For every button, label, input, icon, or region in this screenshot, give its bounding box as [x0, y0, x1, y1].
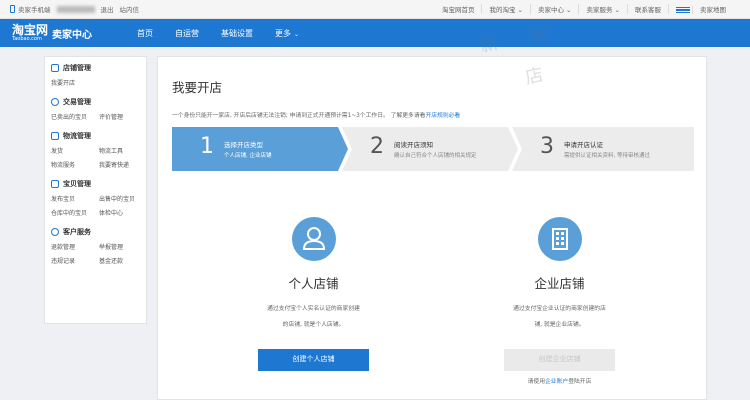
nav-home[interactable]: 首页 — [137, 28, 153, 39]
sidebar-group-shop: 店铺管理 我要开店 — [51, 63, 140, 87]
step-title: 申请开店认证 — [564, 141, 603, 149]
step-desc: 个人店铺, 企业店铺 — [224, 153, 272, 159]
seller-center-menu[interactable]: 卖家中心 ⌄ — [529, 4, 579, 14]
sidebar-item-items-on-sale[interactable]: 出售中的宝贝 — [99, 194, 147, 203]
main-header: 淘宝网 Taobao.com 卖家中心 首页 自运营 基础设置 更多 ⌄ — [0, 19, 750, 47]
nav-self-operation[interactable]: 自运营 — [175, 28, 199, 39]
main-panel: 我要开店 一个身份只能开一家店, 开店后店铺无法注销; 申请到正式开通预计需1~… — [157, 56, 707, 400]
building-icon — [537, 217, 582, 261]
truck-icon — [51, 132, 59, 140]
taobao-logo[interactable]: 淘宝网 Taobao.com 卖家中心 — [12, 24, 137, 42]
personal-shop-desc: 通过支付宝个人实名认证的商家创建 的店铺, 就是个人店铺。 — [267, 306, 360, 328]
create-personal-shop-button[interactable]: 创建个人店铺 — [258, 349, 369, 371]
sidebar-item-fund-repayment[interactable]: 基金还款 — [99, 256, 147, 265]
enterprise-shop-title: 企业店铺 — [534, 276, 585, 291]
nav-basic-settings[interactable]: 基础设置 — [221, 28, 253, 39]
topbar-left: 卖家手机端 退出 站内信 — [10, 4, 139, 14]
logout-link[interactable]: 退出 — [101, 4, 114, 14]
page-title: 我要开店 — [172, 80, 223, 95]
step-progress: 1 选择开店类型 个人店铺, 企业店铺 2 阅读开店须知 确认自己符合个人店铺的… — [172, 127, 694, 171]
sidebar-item-sold-items[interactable]: 已卖出的宝贝 — [51, 112, 99, 121]
enterprise-login-hint: 请使用企业账户登陆开店 — [527, 379, 592, 385]
sidebar-group-trade: 交易管理 已卖出的宝贝 评价管理 — [51, 97, 140, 121]
trade-icon — [51, 98, 59, 106]
sidebar-item-logistics-tools[interactable]: 物流工具 — [99, 146, 147, 155]
my-taobao-menu[interactable]: 我的淘宝 ⌄ — [481, 4, 530, 14]
menu-icon — [676, 7, 690, 13]
sidebar-group-customer: 客户服务 退款管理 举报管理 违规记录 基金还款 — [51, 227, 140, 265]
step-title: 选择开店类型 — [224, 141, 263, 149]
step-number: 2 — [370, 134, 384, 159]
sidebar-group-title: 物流管理 — [63, 132, 91, 140]
sidebar-item-reviews[interactable]: 评价管理 — [99, 112, 147, 121]
sidebar-item-publish-item[interactable]: 发布宝贝 — [51, 194, 99, 203]
sidebar-item-logistics-services[interactable]: 物流服务 — [51, 160, 99, 169]
intro-text: 一个身份只能开一家店, 开店后店铺无法注销; 申请到正式开通预计需1~3个工作日… — [172, 113, 461, 119]
personal-shop-option: 个人店铺 通过支付宝个人实名认证的商家创建 的店铺, 就是个人店铺。 创建个人店… — [246, 217, 381, 371]
sidebar-item-violations[interactable]: 违规记录 — [51, 256, 99, 265]
sidebar-group-title: 店铺管理 — [63, 64, 91, 72]
chevron-down-icon: ⌄ — [294, 30, 300, 38]
main-nav: 首页 自运营 基础设置 更多 ⌄ — [137, 28, 299, 39]
enterprise-account-link[interactable]: 企业账户 — [545, 379, 568, 385]
personal-shop-title: 个人店铺 — [288, 276, 339, 291]
nav-more[interactable]: 更多 ⌄ — [275, 28, 299, 39]
username-masked — [56, 5, 95, 13]
top-utility-bar: 卖家手机端 退出 站内信 淘宝网首页 我的淘宝 ⌄ 卖家中心 ⌄ 卖家服务 ⌄ … — [0, 0, 750, 19]
step-2: 2 阅读开店须知 确认自己符合个人店铺的相关规定 — [342, 127, 508, 171]
step-desc: 确认自己符合个人店铺的相关规定 — [394, 153, 477, 159]
sidebar-item-health-check[interactable]: 体检中心 — [99, 208, 147, 217]
step-title: 阅读开店须知 — [394, 141, 433, 149]
step-3: 3 申请开店认证 需提供认证相关资料, 等待审核通过 — [512, 127, 694, 171]
shop-icon — [51, 64, 59, 72]
sidebar-item-ship[interactable]: 发货 — [51, 146, 99, 155]
taobao-home-link[interactable]: 淘宝网首页 — [435, 4, 482, 14]
sidebar-group-logistics: 物流管理 发货 物流工具 物流服务 我要寄快递 — [51, 131, 140, 169]
sidebar-group-title: 宝贝管理 — [63, 180, 91, 188]
messages-link[interactable]: 站内信 — [120, 4, 140, 14]
mobile-phone-icon — [10, 5, 15, 13]
step-number: 3 — [540, 134, 554, 159]
logo-subtitle: 卖家中心 — [52, 29, 93, 41]
shop-rules-link[interactable]: 开店规则必看 — [425, 113, 460, 119]
customer-service-icon — [51, 228, 59, 236]
topbar-right: 淘宝网首页 我的淘宝 ⌄ 卖家中心 ⌄ 卖家服务 ⌄ 联系客服 卖家地图 — [435, 4, 740, 14]
enterprise-shop-option: 企业店铺 通过支付宝企业认证的商家创建的店 铺, 就是企业店铺。 创建企业店铺 … — [492, 217, 627, 385]
contact-support-link[interactable]: 联系客服 — [627, 4, 668, 14]
step-desc: 需提供认证相关资料, 等待审核通过 — [564, 153, 650, 159]
step-1: 1 选择开店类型 个人店铺, 企业店铺 — [172, 127, 338, 171]
seller-services-menu[interactable]: 卖家服务 ⌄ — [578, 4, 627, 14]
enterprise-shop-desc: 通过支付宝企业认证的商家创建的店 铺, 就是企业店铺。 — [513, 306, 606, 328]
sidebar-group-items: 宝贝管理 发布宝贝 出售中的宝贝 仓库中的宝贝 体检中心 — [51, 179, 140, 217]
create-enterprise-shop-button[interactable]: 创建企业店铺 — [504, 349, 615, 371]
logo-text-en: Taobao.com — [12, 36, 42, 42]
sidebar-item-items-in-warehouse[interactable]: 仓库中的宝贝 — [51, 208, 99, 217]
sidebar-item-send-express[interactable]: 我要寄快递 — [99, 160, 147, 169]
sidebar-item-open-shop[interactable]: 我要开店 — [51, 78, 99, 87]
bag-icon — [51, 180, 59, 188]
sitemap-link[interactable]: 卖家地图 — [668, 4, 740, 14]
mobile-seller-link[interactable]: 卖家手机端 — [10, 4, 51, 14]
sidebar-item-reports[interactable]: 举报管理 — [99, 242, 147, 251]
logo-text-cn: 淘宝网 — [12, 23, 49, 37]
sidebar-group-title: 客户服务 — [63, 228, 91, 236]
step-number: 1 — [200, 134, 214, 159]
sidebar: 店铺管理 我要开店 交易管理 已卖出的宝贝 评价管理 物流管理 发货 物流工具 … — [44, 56, 147, 324]
sidebar-group-title: 交易管理 — [63, 98, 91, 106]
person-icon — [291, 217, 336, 261]
sidebar-item-refunds[interactable]: 退款管理 — [51, 242, 99, 251]
